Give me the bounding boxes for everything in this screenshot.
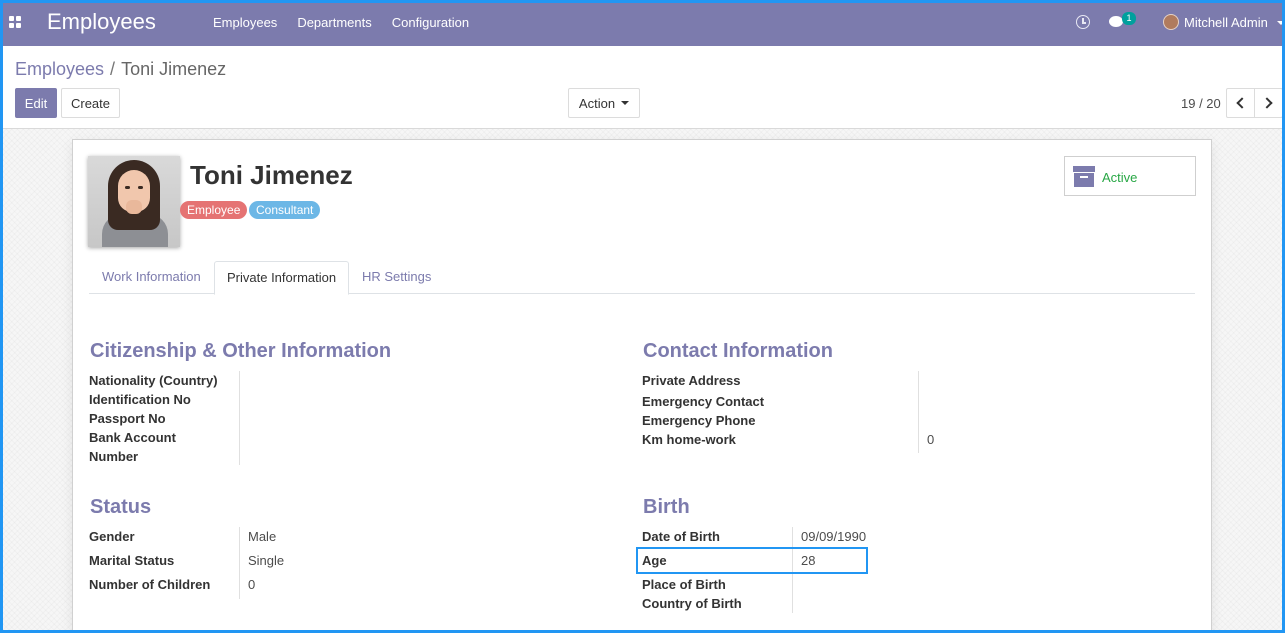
breadcrumb: Employees / Toni Jimenez [15,59,226,80]
passport-field[interactable] [248,411,628,428]
user-avatar[interactable] [1163,14,1179,30]
active-toggle-button[interactable]: Active [1064,156,1196,196]
top-navbar: Employees Employees Departments Configur… [0,0,1285,46]
action-dropdown-label: Action [578,95,616,111]
bank-account-field[interactable] [248,430,628,464]
emergency-contact-field[interactable] [927,394,1187,411]
identification-label: Identification No [89,392,191,407]
action-dropdown-button[interactable]: Action [568,88,640,118]
chevron-right-icon [1261,97,1273,109]
gender-value[interactable]: Male [248,529,276,544]
breadcrumb-parent-link[interactable]: Employees [15,59,104,79]
tab-hr-settings[interactable]: HR Settings [350,261,443,294]
children-label: Number of Children [89,577,211,592]
place-of-birth-label: Place of Birth [642,577,726,592]
private-address-label: Private Address [642,373,741,388]
gender-label: Gender [89,529,135,544]
contact-group-title: Contact Information [643,340,833,362]
date-of-birth-value[interactable]: 09/09/1990 [801,529,866,544]
marital-status-value[interactable]: Single [248,553,284,568]
menu-item-departments[interactable]: Departments [297,15,371,30]
status-divider [239,527,240,599]
form-tabs: Work Information Private Information HR … [89,261,1195,295]
archive-icon [1073,166,1095,187]
date-of-birth-label: Date of Birth [642,529,720,544]
bank-account-label-line1: Bank Account [89,430,176,445]
tab-private-information[interactable]: Private Information [214,261,350,295]
citizenship-group-title: Citizenship & Other Information [90,340,392,362]
emergency-contact-label: Emergency Contact [642,394,765,409]
employee-name: Toni Jimenez [190,160,353,190]
tag-consultant: Consultant [249,201,321,219]
pager-next-button[interactable] [1254,88,1283,118]
status-group-title: Status [90,496,152,518]
emergency-phone-field[interactable] [927,413,1187,430]
active-label: Active [1102,170,1138,185]
breadcrumb-separator: / [110,59,116,79]
pager-previous-button[interactable] [1226,88,1255,118]
citizenship-divider [239,371,240,465]
chevron-left-icon [1236,97,1248,109]
km-home-work-value[interactable]: 0 [927,432,934,447]
tab-work-information[interactable]: Work Information [90,261,213,294]
user-menu-caret-icon[interactable] [1277,21,1285,25]
children-value[interactable]: 0 [248,577,255,592]
bank-account-label-line2: Number [89,449,139,464]
emergency-phone-label: Emergency Phone [642,413,756,428]
pager-value[interactable]: 19 / 20 [1181,96,1221,111]
contact-divider [918,371,919,453]
messaging-count-badge: 1 [1122,12,1136,25]
messaging-icon[interactable] [1109,16,1123,27]
km-home-work-label: Km home-work [642,432,736,447]
place-of-birth-field[interactable] [801,577,1181,594]
nationality-label: Nationality (Country) [89,373,218,388]
marital-status-label: Marital Status [89,553,175,568]
nationality-field[interactable] [248,373,628,390]
tag-employee: Employee [180,201,248,219]
birth-group-title: Birth [643,496,690,518]
user-menu-name[interactable]: Mitchell Admin [1184,15,1268,30]
passport-label: Passport No [89,411,166,426]
employee-photo[interactable] [88,156,180,247]
app-brand-title[interactable]: Employees [47,9,156,35]
main-menu: Employees Departments Configuration [213,15,469,30]
country-of-birth-field[interactable] [801,596,1181,613]
caret-down-icon [621,101,630,105]
age-highlight-box [636,547,868,574]
apps-grid-icon[interactable] [9,16,21,28]
menu-item-employees[interactable]: Employees [213,15,277,30]
edit-button[interactable]: Edit [15,88,57,118]
menu-item-configuration[interactable]: Configuration [392,15,469,30]
identification-field[interactable] [248,392,628,409]
private-address-field[interactable] [927,373,1187,392]
country-of-birth-label: Country of Birth [642,596,742,611]
create-button[interactable]: Create [61,88,120,118]
breadcrumb-current: Toni Jimenez [121,59,227,79]
activity-clock-icon[interactable] [1076,15,1090,29]
